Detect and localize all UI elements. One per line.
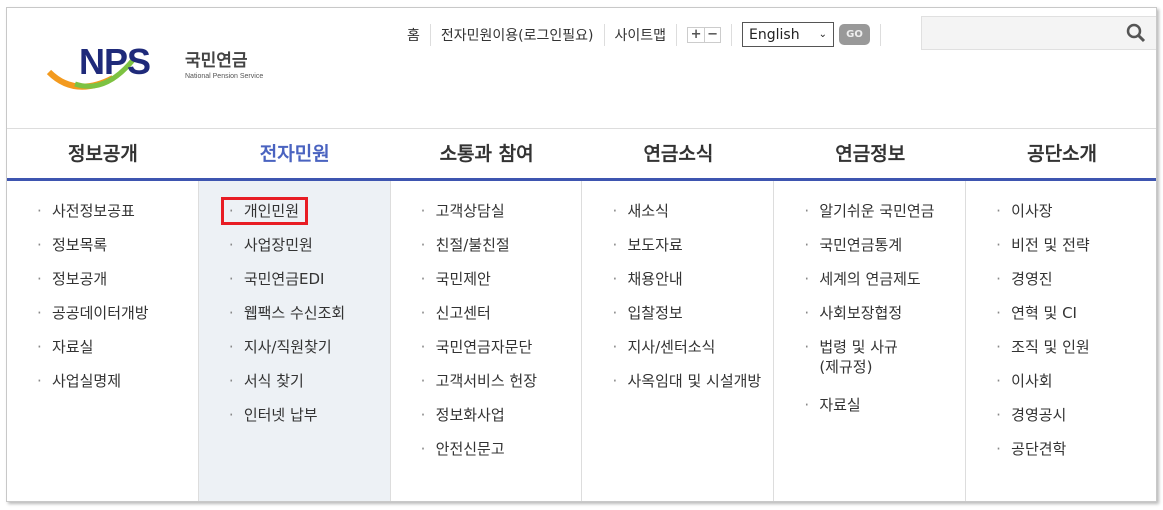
menu-item[interactable]: 경영공시 xyxy=(966,405,1156,439)
divider xyxy=(880,23,882,46)
menu-item[interactable]: 자료실 xyxy=(774,395,965,429)
svg-text:NPS: NPS xyxy=(79,41,150,82)
menu-item[interactable]: 서식 찾기 xyxy=(199,371,390,405)
menu-item[interactable]: 사업장민원 xyxy=(199,235,390,269)
divider xyxy=(676,23,678,46)
menu-item[interactable]: 지사/직원찾기 xyxy=(199,337,390,371)
home-link[interactable]: 홈 xyxy=(407,25,420,45)
nav-e-service[interactable]: 전자민원 xyxy=(199,129,391,178)
menu-item[interactable]: 정보화사업 xyxy=(391,405,582,439)
menu-item[interactable]: 비전 및 전략 xyxy=(966,235,1156,269)
menu-column: 고객상담실 친절/불친절 국민제안 신고센터 국민연금자문단 고객서비스 헌장 … xyxy=(391,181,583,501)
menu-item[interactable]: 자료실 xyxy=(7,337,198,371)
font-zoom-controls: + − xyxy=(687,26,722,43)
menu-item[interactable]: 공단견학 xyxy=(966,439,1156,473)
menu-item[interactable]: 채용안내 xyxy=(582,269,773,303)
menu-item[interactable]: 고객서비스 헌장 xyxy=(391,371,582,405)
divider xyxy=(731,23,733,46)
go-button[interactable]: GO xyxy=(839,24,871,45)
menu-item[interactable]: 정보공개 xyxy=(7,269,198,303)
menu-item[interactable]: 정보목록 xyxy=(7,235,198,269)
menu-item[interactable]: 법령 및 사규(제규정) xyxy=(774,337,904,395)
menu-item[interactable]: 인터넷 납부 xyxy=(199,405,390,439)
menu-item[interactable]: 연혁 및 CI xyxy=(966,303,1156,337)
menu-item[interactable]: 신고센터 xyxy=(391,303,582,337)
sitemap-link[interactable]: 사이트맵 xyxy=(615,25,667,45)
language-select[interactable]: English ⌄ xyxy=(742,22,835,47)
browser-frame: NPS 국민연금 National Pension Service 홈 전자민원… xyxy=(6,7,1157,502)
mega-menu: 사전정보공표 정보목록 정보공개 공공데이터개방 자료실 사업실명제 개인민원 … xyxy=(7,181,1156,501)
main-nav: 정보공개 전자민원 소통과 참여 연금소식 연금정보 공단소개 xyxy=(7,128,1156,181)
search-input[interactable] xyxy=(921,16,1156,50)
divider xyxy=(429,23,431,46)
menu-item[interactable]: 사전정보공표 xyxy=(7,201,198,235)
nps-logo[interactable]: NPS 국민연금 National Pension Service xyxy=(45,36,275,96)
menu-item[interactable]: 새소식 xyxy=(582,201,773,235)
zoom-out-button[interactable]: − xyxy=(704,27,720,42)
nav-info-disclosure[interactable]: 정보공개 xyxy=(7,129,199,178)
menu-item[interactable]: 공공데이터개방 xyxy=(7,303,198,337)
menu-item[interactable]: 국민연금자문단 xyxy=(391,337,582,371)
search-icon[interactable] xyxy=(1126,23,1146,43)
menu-column: 사전정보공표 정보목록 정보공개 공공데이터개방 자료실 사업실명제 xyxy=(7,181,199,501)
menu-item[interactable]: 안전신문고 xyxy=(391,439,582,473)
menu-item[interactable]: 조직 및 인원 xyxy=(966,337,1156,371)
menu-item[interactable]: 알기쉬운 국민연금 xyxy=(774,201,965,235)
utility-bar: 홈 전자민원이용(로그인필요) 사이트맵 + − English ⌄ GO xyxy=(407,22,891,47)
svg-text:National Pension Service: National Pension Service xyxy=(185,73,263,80)
menu-item[interactable]: 웹팩스 수신조회 xyxy=(199,303,390,337)
menu-item[interactable]: 고객상담실 xyxy=(391,201,582,235)
menu-item[interactable]: 국민연금EDI xyxy=(199,269,390,303)
chevron-down-icon: ⌄ xyxy=(818,29,828,40)
menu-item-personal[interactable]: 개인민원 xyxy=(199,197,390,235)
menu-column: 이사장 비전 및 전략 경영진 연혁 및 CI 조직 및 인원 이사회 경영공시… xyxy=(966,181,1156,501)
menu-item[interactable]: 보도자료 xyxy=(582,235,773,269)
zoom-in-button[interactable]: + xyxy=(688,28,704,42)
menu-item[interactable]: 사업실명제 xyxy=(7,371,198,405)
menu-item[interactable]: 사옥임대 및 시설개방 xyxy=(582,371,773,405)
menu-column: 새소식 보도자료 채용안내 입찰정보 지사/센터소식 사옥임대 및 시설개방 xyxy=(582,181,775,501)
nav-pension-info[interactable]: 연금정보 xyxy=(774,129,966,178)
menu-item[interactable]: 세계의 연금제도 xyxy=(774,269,965,303)
menu-item[interactable]: 경영진 xyxy=(966,269,1156,303)
nav-participation[interactable]: 소통과 참여 xyxy=(391,129,583,178)
language-value: English xyxy=(749,26,800,43)
menu-item[interactable]: 국민제안 xyxy=(391,269,582,303)
menu-item[interactable]: 친절/불친절 xyxy=(391,235,582,269)
nav-about[interactable]: 공단소개 xyxy=(966,129,1156,178)
nav-news[interactable]: 연금소식 xyxy=(582,129,774,178)
menu-item[interactable]: 사회보장협정 xyxy=(774,303,965,337)
menu-item[interactable]: 국민연금통계 xyxy=(774,235,965,269)
highlighted-menu-item[interactable]: 개인민원 xyxy=(220,197,309,225)
divider xyxy=(603,23,605,46)
eservice-link[interactable]: 전자민원이용(로그인필요) xyxy=(441,25,594,45)
menu-column: 개인민원 사업장민원 국민연금EDI 웹팩스 수신조회 지사/직원찾기 서식 찾… xyxy=(198,181,391,501)
menu-column: 알기쉬운 국민연금 국민연금통계 세계의 연금제도 사회보장협정 법령 및 사규… xyxy=(774,181,967,501)
menu-item[interactable]: 입찰정보 xyxy=(582,303,773,337)
menu-item[interactable]: 이사장 xyxy=(966,201,1156,235)
svg-text:국민연금: 국민연금 xyxy=(185,51,248,71)
menu-item[interactable]: 이사회 xyxy=(966,371,1156,405)
menu-item[interactable]: 지사/센터소식 xyxy=(582,337,773,371)
